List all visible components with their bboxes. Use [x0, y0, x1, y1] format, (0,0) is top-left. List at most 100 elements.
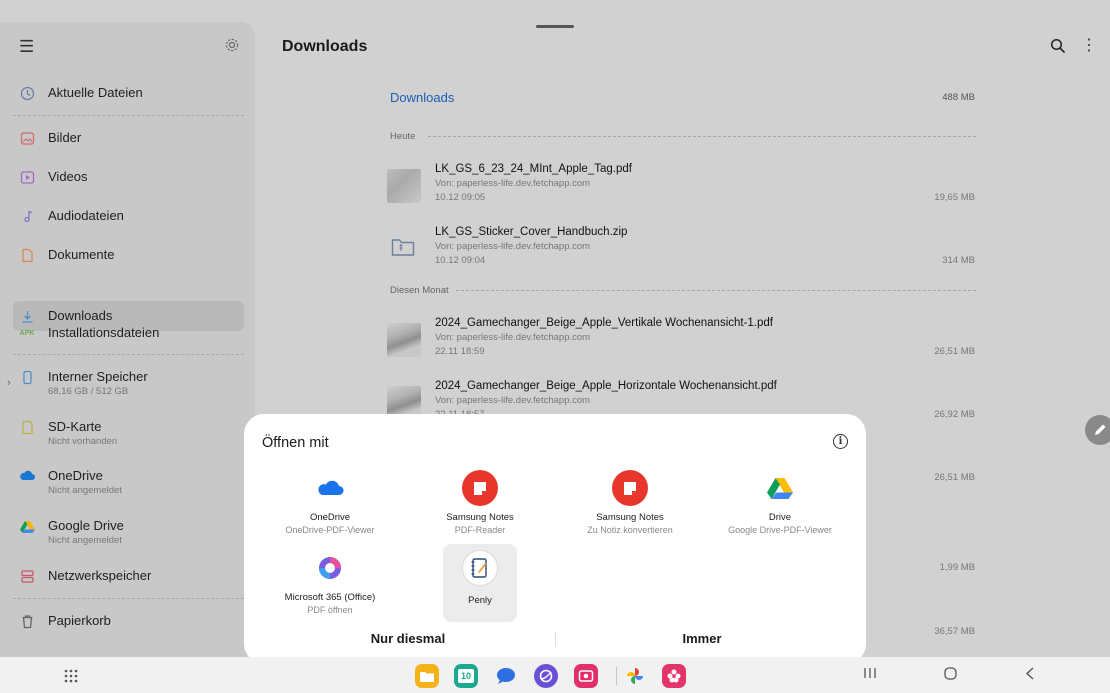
photos-icon[interactable]: [623, 664, 647, 688]
calendar-day: 10: [458, 669, 474, 683]
screen-recorder-icon[interactable]: [574, 664, 598, 688]
sidebar-item-documents[interactable]: Dokumente: [13, 240, 244, 270]
sidebar-item-label: Interner Speicher: [48, 369, 148, 384]
sidebar-item-google-drive[interactable]: Google Drive Nicht angemeldet: [13, 511, 244, 549]
pencil-icon: [1095, 424, 1106, 435]
back-icon[interactable]: [1024, 666, 1036, 685]
gear-icon[interactable]: [224, 37, 240, 58]
onedrive-icon: [312, 470, 348, 506]
sidebar-item-images[interactable]: Bilder: [13, 123, 244, 153]
search-icon[interactable]: [1050, 38, 1066, 59]
blossom-app-icon[interactable]: [662, 664, 686, 688]
drag-handle[interactable]: [536, 25, 574, 28]
sidebar-item-recent[interactable]: Aktuelle Dateien: [13, 78, 244, 108]
file-size: 26,51 MB: [934, 346, 975, 357]
sidebar-item-label: Installationsdateien: [48, 325, 160, 340]
list-item[interactable]: LK_GS_6_23_24_MInt_Apple_Tag.pdf Von: pa…: [385, 163, 977, 219]
edit-button[interactable]: [1085, 415, 1110, 445]
sidebar-item-audio[interactable]: Audiodateien: [13, 201, 244, 231]
sidebar-item-installation-files[interactable]: APK Installationsdateien: [13, 318, 244, 348]
sidebar-item-network-storage[interactable]: Netzwerkspeicher: [13, 561, 244, 591]
sd-card-icon: [19, 418, 35, 436]
sidebar-item-sublabel: Nicht vorhanden: [48, 436, 118, 447]
always-button[interactable]: Immer: [618, 631, 786, 646]
sidebar-item-sd-card[interactable]: SD-Karte Nicht vorhanden: [13, 412, 244, 450]
divider: [13, 115, 244, 116]
app-name: Samsung Notes: [596, 512, 664, 523]
divider: [13, 598, 244, 599]
file-thumbnail: [387, 323, 421, 357]
clock-icon: [19, 84, 35, 102]
sidebar-item-sublabel: 68,16 GB / 512 GB: [48, 386, 129, 397]
sidebar-item-label: OneDrive: [48, 468, 103, 483]
app-option-onedrive[interactable]: OneDrive OneDrive-PDF-Viewer: [255, 470, 405, 550]
file-source: Von: paperless-life.dev.fetchapp.com: [435, 241, 591, 252]
group-header-today: Heute: [390, 131, 416, 142]
penly-icon: [462, 550, 498, 586]
app-name: Drive: [768, 512, 792, 523]
breadcrumb[interactable]: Downloads: [390, 90, 454, 105]
app-description: PDF-Reader: [454, 525, 506, 535]
chevron-right-icon[interactable]: ›: [7, 377, 11, 389]
sidebar-item-label: Audiodateien: [48, 208, 124, 223]
divider: [555, 632, 556, 646]
info-icon[interactable]: i: [833, 434, 848, 449]
app-option-google-drive[interactable]: Drive Google Drive-PDF-Viewer: [705, 470, 855, 550]
app-option-penly[interactable]: Penly: [443, 544, 517, 622]
google-drive-icon: [762, 470, 798, 506]
app-name: Microsoft 365 (Office): [284, 592, 376, 603]
sidebar-item-sublabel: Nicht angemeldet: [48, 485, 122, 496]
sidebar-item-trash[interactable]: Papierkorb: [13, 606, 244, 636]
music-note-icon: [19, 207, 35, 225]
video-icon: [19, 168, 35, 186]
file-name: 2024_Gamechanger_Beige_Apple_Horizontale…: [435, 380, 777, 392]
sidebar-item-onedrive[interactable]: OneDrive Nicht angemeldet: [13, 461, 244, 499]
more-options-icon[interactable]: ⋮: [1081, 38, 1097, 54]
calendar-icon[interactable]: 10: [454, 664, 478, 688]
file-date: 10.12 09:04: [435, 255, 486, 266]
file-source: Von: paperless-life.dev.fetchapp.com: [435, 395, 591, 406]
file-size: 314 MB: [942, 255, 975, 266]
sidebar-item-videos[interactable]: Videos: [13, 162, 244, 192]
sidebar-item-label: Videos: [48, 169, 88, 184]
group-header-this-month: Diesen Monat: [390, 285, 449, 296]
app-drawer-icon[interactable]: [64, 669, 78, 688]
file-thumbnail: [387, 169, 421, 203]
app-option-samsung-notes-convert[interactable]: Samsung Notes Zu Notiz konvertieren: [555, 470, 705, 550]
sidebar-header: ☰: [0, 22, 255, 70]
file-size: 1,99 MB: [939, 562, 975, 573]
menu-icon[interactable]: ☰: [19, 37, 34, 57]
file-date: 22.11 18:59: [435, 346, 485, 357]
messages-icon[interactable]: [494, 664, 518, 688]
samsung-notes-icon: [612, 470, 648, 506]
app-description: Zu Notiz konvertieren: [587, 525, 673, 535]
app-name: OneDrive: [309, 512, 351, 523]
just-once-button[interactable]: Nur diesmal: [324, 631, 492, 646]
dialog-title: Öffnen mit: [262, 435, 329, 451]
my-files-icon[interactable]: [415, 664, 439, 688]
microsoft-365-icon: [312, 550, 348, 586]
app-name: Samsung Notes: [446, 512, 514, 523]
divider: [13, 354, 244, 355]
list-item[interactable]: 2024_Gamechanger_Beige_Apple_Vertikale W…: [385, 317, 977, 373]
app-option-samsung-notes-pdf[interactable]: Samsung Notes PDF-Reader: [405, 470, 555, 550]
home-icon[interactable]: [943, 666, 958, 685]
sidebar-item-label: Netzwerkspeicher: [48, 568, 152, 583]
samsung-notes-icon: [462, 470, 498, 506]
internet-icon[interactable]: [534, 664, 558, 688]
list-item[interactable]: LK_GS_Sticker_Cover_Handbuch.zip Von: pa…: [385, 226, 977, 282]
apk-icon: APK: [19, 329, 35, 337]
phone-icon: [19, 368, 35, 386]
recent-apps-icon[interactable]: [863, 666, 877, 684]
app-description: OneDrive-PDF-Viewer: [285, 525, 375, 535]
file-size: 19,65 MB: [934, 192, 975, 203]
app-option-microsoft-365[interactable]: Microsoft 365 (Office) PDF öffnen: [255, 550, 405, 630]
sidebar-item-internal-storage[interactable]: Interner Speicher 68,16 GB / 512 GB: [13, 362, 244, 400]
zip-folder-icon: [391, 237, 415, 262]
app-name: Penly: [468, 595, 492, 606]
trash-icon: [19, 612, 35, 630]
folder-size: 488 MB: [942, 92, 975, 103]
taskbar: 10: [0, 657, 1110, 693]
onedrive-icon: [19, 467, 35, 485]
sidebar-item-label: Papierkorb: [48, 613, 111, 628]
